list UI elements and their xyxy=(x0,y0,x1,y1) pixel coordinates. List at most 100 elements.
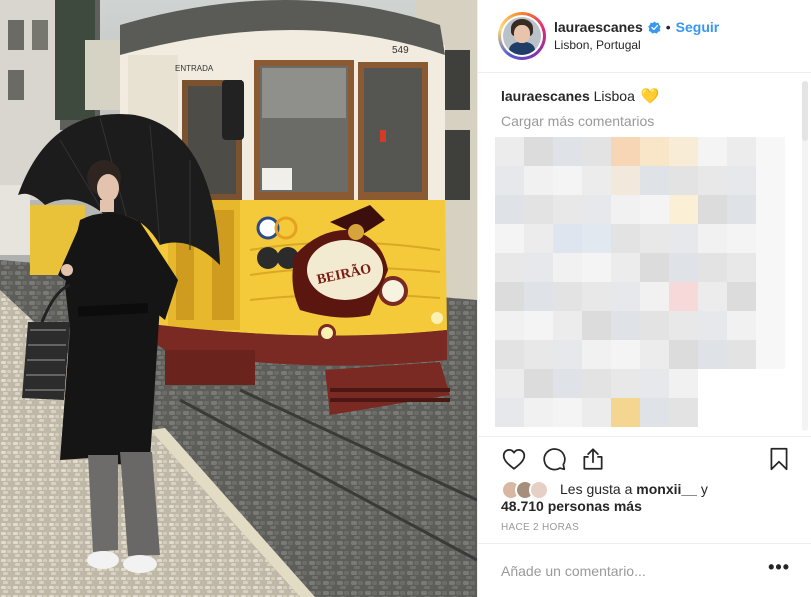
blur-pixel xyxy=(640,340,669,369)
blur-pixel xyxy=(582,398,611,427)
blur-pixel xyxy=(640,224,669,253)
blur-pixel xyxy=(669,311,698,340)
blur-pixel xyxy=(524,166,553,195)
blur-pixel xyxy=(611,166,640,195)
action-bar xyxy=(478,436,811,480)
blur-pixel xyxy=(495,398,524,427)
comment-input[interactable] xyxy=(501,561,751,581)
blur-pixel xyxy=(640,166,669,195)
blur-pixel xyxy=(727,282,756,311)
blur-pixel xyxy=(495,224,524,253)
blur-pixel xyxy=(553,282,582,311)
blur-pixel xyxy=(640,311,669,340)
blur-pixel xyxy=(553,224,582,253)
more-options-icon[interactable]: ••• xyxy=(768,557,790,578)
post-photo[interactable]: ENTRADA 549 BEIRÃO xyxy=(0,0,477,597)
liker-avatar xyxy=(529,480,549,500)
blur-pixel xyxy=(756,166,785,195)
blur-pixel xyxy=(582,311,611,340)
blur-pixel xyxy=(669,253,698,282)
blur-pixel xyxy=(611,282,640,311)
blur-pixel xyxy=(727,340,756,369)
blur-pixel xyxy=(756,282,785,311)
blur-pixel xyxy=(582,224,611,253)
blur-pixel xyxy=(553,166,582,195)
post-photo-scene: ENTRADA 549 BEIRÃO xyxy=(0,0,477,597)
blur-pixel xyxy=(698,166,727,195)
blur-pixel xyxy=(669,195,698,224)
save-button[interactable] xyxy=(766,446,792,472)
blur-pixel xyxy=(582,282,611,311)
post-timestamp[interactable]: HACE 2 HORAS xyxy=(501,522,579,533)
profile-picture xyxy=(503,17,541,55)
comments-section: lauraescanes Lisboa 💛 Cargar más comenta… xyxy=(478,73,811,435)
blur-pixel xyxy=(495,166,524,195)
header-user-line: lauraescanes • Seguir xyxy=(554,18,719,36)
blur-pixel xyxy=(669,398,698,427)
blur-pixel xyxy=(756,224,785,253)
blur-pixel xyxy=(582,137,611,166)
blur-pixel xyxy=(611,369,640,398)
blur-pixel xyxy=(553,311,582,340)
likes-prefix: Les gusta a xyxy=(560,481,633,497)
heart-icon xyxy=(502,449,526,470)
blur-pixel xyxy=(582,195,611,224)
blur-pixel xyxy=(669,137,698,166)
caption-username[interactable]: lauraescanes xyxy=(501,88,590,104)
blur-pixel xyxy=(669,340,698,369)
blur-pixel xyxy=(698,137,727,166)
comments-scrollbar[interactable] xyxy=(802,81,808,431)
follow-button[interactable]: Seguir xyxy=(676,19,720,35)
blurred-comments-placeholder xyxy=(495,137,785,427)
blur-pixel xyxy=(669,166,698,195)
blur-pixel xyxy=(524,137,553,166)
bookmark-icon xyxy=(770,447,788,471)
tram-number: 549 xyxy=(392,45,409,56)
blur-pixel xyxy=(582,253,611,282)
blur-pixel xyxy=(611,253,640,282)
blur-pixel xyxy=(698,311,727,340)
blur-pixel xyxy=(640,195,669,224)
likes-summary: Les gusta a monxii__ y 48.710 personas m… xyxy=(501,480,801,518)
share-icon xyxy=(583,448,603,470)
blur-pixel xyxy=(553,398,582,427)
likes-count-link[interactable]: 48.710 personas más xyxy=(501,498,642,514)
blur-pixel xyxy=(698,224,727,253)
username-link[interactable]: lauraescanes xyxy=(554,19,643,35)
blur-pixel xyxy=(756,311,785,340)
comment-button[interactable] xyxy=(541,446,567,472)
blur-pixel xyxy=(495,369,524,398)
blur-pixel xyxy=(756,340,785,369)
blur-pixel xyxy=(640,369,669,398)
blur-pixel xyxy=(553,369,582,398)
blur-pixel xyxy=(524,282,553,311)
blur-pixel xyxy=(495,195,524,224)
blur-pixel xyxy=(756,195,785,224)
blur-pixel xyxy=(524,340,553,369)
share-button[interactable] xyxy=(580,446,606,472)
blur-pixel xyxy=(611,137,640,166)
blur-pixel xyxy=(495,253,524,282)
blur-pixel xyxy=(611,195,640,224)
blur-pixel xyxy=(582,340,611,369)
blur-pixel xyxy=(756,253,785,282)
location-link[interactable]: Lisbon, Portugal xyxy=(554,38,641,52)
blur-pixel xyxy=(727,224,756,253)
load-more-comments-button[interactable]: Cargar más comentarios xyxy=(501,113,654,129)
blur-pixel xyxy=(524,253,553,282)
avatar[interactable] xyxy=(498,12,546,60)
blur-pixel xyxy=(698,282,727,311)
separator-dot: • xyxy=(665,19,671,35)
blur-pixel xyxy=(669,224,698,253)
scrollbar-thumb[interactable] xyxy=(802,81,808,141)
blur-pixel xyxy=(669,369,698,398)
blur-pixel xyxy=(640,253,669,282)
like-button[interactable] xyxy=(501,446,527,472)
blur-pixel xyxy=(553,137,582,166)
blur-pixel xyxy=(524,195,553,224)
blur-pixel xyxy=(524,398,553,427)
blur-pixel xyxy=(611,311,640,340)
post-header: lauraescanes • Seguir Lisbon, Portugal xyxy=(478,0,811,73)
liker-username[interactable]: monxii__ xyxy=(636,481,697,497)
comment-icon xyxy=(543,448,566,471)
